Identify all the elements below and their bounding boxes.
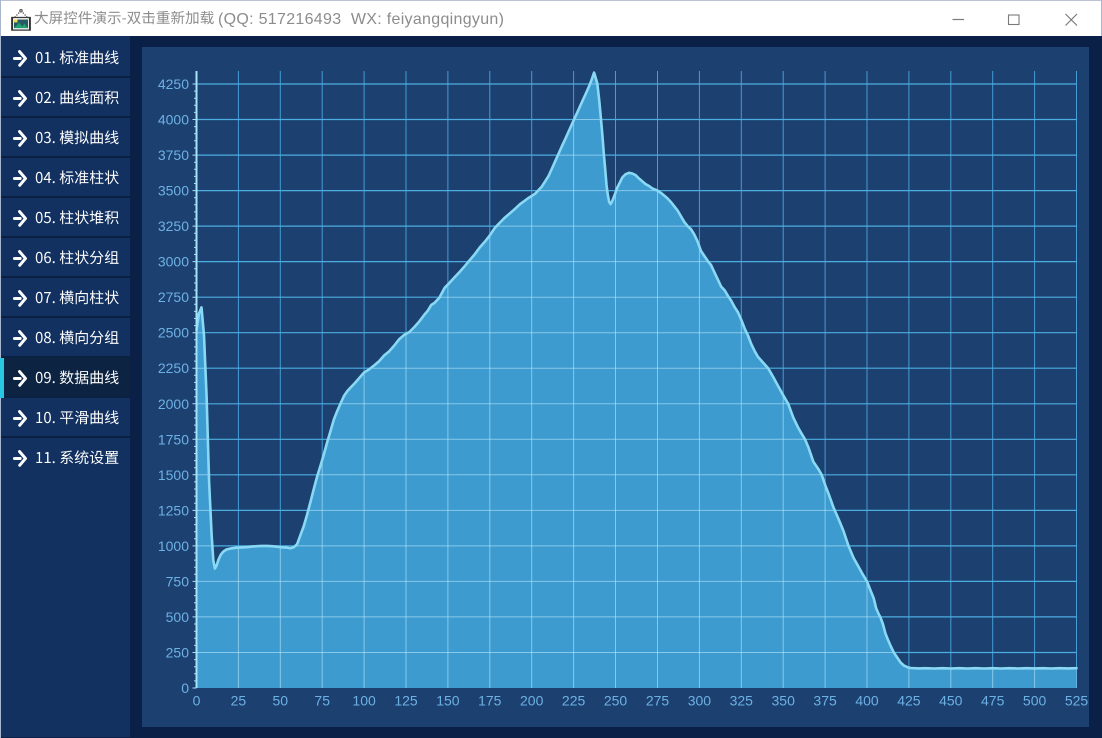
svg-text:75: 75	[314, 693, 330, 709]
svg-text:250: 250	[166, 645, 190, 661]
svg-text:3750: 3750	[158, 147, 189, 163]
svg-text:300: 300	[688, 693, 712, 709]
svg-text:0: 0	[193, 693, 201, 709]
svg-text:2000: 2000	[158, 396, 189, 412]
svg-text:50: 50	[273, 693, 289, 709]
svg-text:1750: 1750	[158, 431, 189, 447]
svg-text:375: 375	[813, 693, 837, 709]
svg-text:350: 350	[772, 693, 796, 709]
svg-text:175: 175	[478, 693, 502, 709]
svg-text:100: 100	[352, 693, 376, 709]
svg-text:1500: 1500	[158, 467, 189, 483]
svg-text:3250: 3250	[158, 218, 189, 234]
svg-text:225: 225	[562, 693, 586, 709]
svg-text:275: 275	[646, 693, 670, 709]
svg-text:125: 125	[394, 693, 418, 709]
svg-text:1000: 1000	[158, 538, 189, 554]
svg-text:525: 525	[1065, 693, 1089, 709]
svg-text:250: 250	[604, 693, 628, 709]
svg-text:150: 150	[436, 693, 460, 709]
svg-text:500: 500	[1023, 693, 1047, 709]
svg-text:2500: 2500	[158, 325, 189, 341]
svg-text:750: 750	[166, 573, 190, 589]
svg-text:500: 500	[166, 609, 190, 625]
svg-text:425: 425	[897, 693, 921, 709]
svg-text:450: 450	[939, 693, 963, 709]
svg-text:3500: 3500	[158, 183, 189, 199]
svg-text:2250: 2250	[158, 360, 189, 376]
svg-text:1250: 1250	[158, 502, 189, 518]
svg-text:400: 400	[855, 693, 879, 709]
svg-text:200: 200	[520, 693, 544, 709]
svg-text:4000: 4000	[158, 112, 189, 128]
svg-text:325: 325	[730, 693, 754, 709]
svg-text:475: 475	[981, 693, 1005, 709]
svg-text:3000: 3000	[158, 254, 189, 270]
svg-text:2750: 2750	[158, 289, 189, 305]
svg-text:25: 25	[231, 693, 247, 709]
svg-text:0: 0	[181, 680, 189, 696]
svg-text:4250: 4250	[158, 76, 189, 92]
